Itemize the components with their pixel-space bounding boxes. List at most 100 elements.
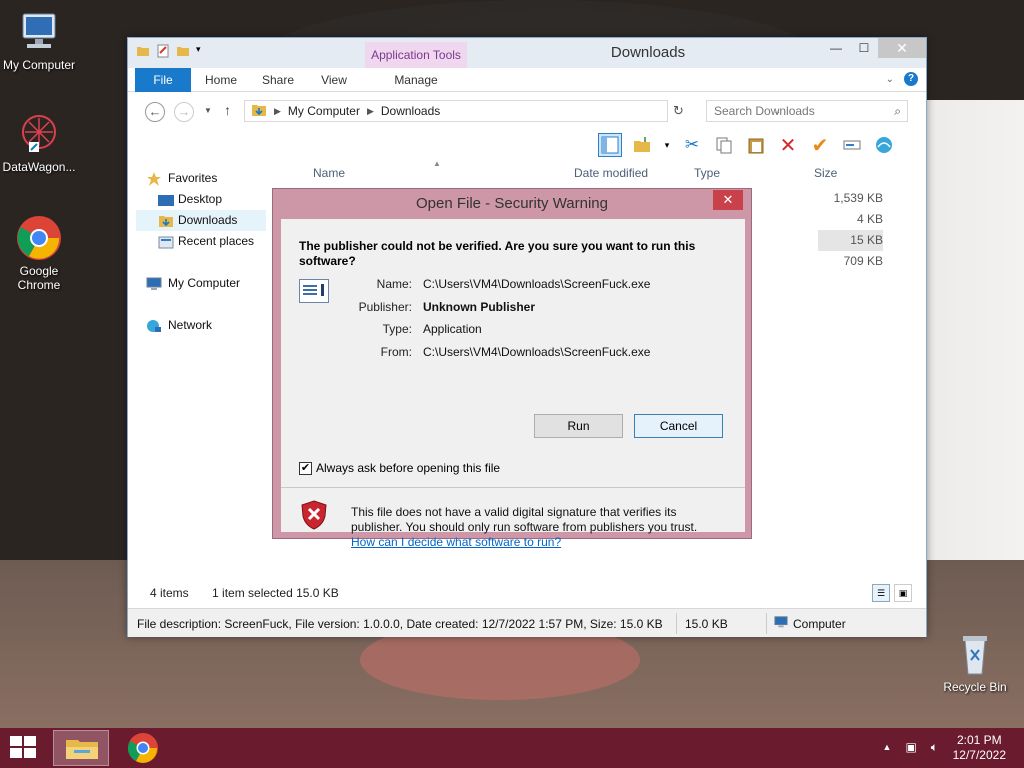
- list-item[interactable]: 1,539 KB: [818, 188, 883, 209]
- file-explorer-icon: [66, 740, 98, 759]
- always-ask-row: ✔ Always ask before opening this file: [299, 461, 500, 475]
- recent-locations-icon[interactable]: ▼: [204, 106, 212, 115]
- preview-pane-icon[interactable]: [598, 133, 622, 157]
- list-item[interactable]: 4 KB: [818, 209, 883, 230]
- nav-downloads[interactable]: Downloads: [136, 210, 266, 231]
- taskbar-google-chrome[interactable]: [115, 730, 171, 766]
- volume-icon[interactable]: 🔈︎: [931, 740, 938, 755]
- large-icons-view-icon[interactable]: ▣: [894, 584, 912, 602]
- search-icon: ⌕: [894, 104, 901, 118]
- navigation-pane: Favorites Desktop Downloads Recent place…: [136, 168, 266, 336]
- computer-icon: [15, 8, 63, 56]
- quick-access-toolbar: ▾: [136, 44, 210, 60]
- details-view-icon[interactable]: ☰: [872, 584, 890, 602]
- tab-share[interactable]: Share: [256, 68, 300, 92]
- new-folder-dropdown-icon[interactable]: ▾: [662, 133, 672, 157]
- shield-warning-icon: [301, 500, 327, 530]
- sort-ascending-icon: ▲: [433, 159, 441, 168]
- view-buttons: ☰ ▣: [872, 584, 912, 602]
- nav-network[interactable]: Network: [136, 315, 266, 336]
- application-icon: [299, 279, 329, 303]
- list-item[interactable]: 15 KB: [818, 230, 883, 251]
- maximize-button[interactable]: ☐: [850, 38, 878, 58]
- publisher-row: Publisher: Unknown Publisher: [329, 300, 729, 318]
- paste-icon[interactable]: [744, 133, 768, 157]
- location-label: Computer: [793, 617, 846, 631]
- up-arrow-icon[interactable]: ↑: [224, 102, 231, 118]
- desktop-icon: [158, 193, 174, 206]
- help-link[interactable]: How can I decide what software to run?: [351, 535, 561, 549]
- desktop-icon-label: My Computer: [2, 58, 76, 72]
- tab-home[interactable]: Home: [198, 68, 244, 92]
- show-hidden-icons-icon[interactable]: ▲: [883, 740, 892, 755]
- name-row: Name: C:\Users\VM4\Downloads\ScreenFuck.…: [329, 277, 729, 295]
- rename-icon[interactable]: [840, 133, 864, 157]
- list-item[interactable]: 709 KB: [818, 251, 883, 272]
- chrome-icon: [127, 733, 158, 763]
- breadcrumb-separator-icon: ▶: [366, 105, 374, 116]
- desktop-icon-recycle-bin[interactable]: Recycle Bin: [936, 630, 1014, 694]
- nav-recent-places[interactable]: Recent places: [136, 231, 266, 252]
- computer-icon: [774, 615, 788, 632]
- new-folder-icon[interactable]: [176, 44, 190, 60]
- checkmark-icon[interactable]: ✔: [808, 133, 832, 157]
- new-folder-icon[interactable]: [630, 133, 654, 157]
- breadcrumb-my-computer[interactable]: My Computer: [288, 104, 360, 118]
- internet-icon[interactable]: [872, 133, 896, 157]
- delete-icon[interactable]: ✕: [776, 133, 800, 157]
- breadcrumb-downloads[interactable]: Downloads: [381, 104, 440, 118]
- datawagon-icon: [15, 110, 63, 158]
- file-description: File description: ScreenFuck, File versi…: [137, 617, 663, 631]
- properties-icon[interactable]: [156, 44, 170, 60]
- copy-icon[interactable]: [712, 133, 736, 157]
- clock[interactable]: 2:01 PM 12/7/2022: [953, 733, 1006, 763]
- dialog-close-button[interactable]: ✕: [713, 190, 743, 210]
- from-row: From: C:\Users\VM4\Downloads\ScreenFuck.…: [329, 345, 729, 363]
- nav-my-computer[interactable]: My Computer: [136, 273, 266, 294]
- desktop-icon-label: Recycle Bin: [943, 680, 1007, 694]
- nav-favorites[interactable]: Favorites: [136, 168, 266, 189]
- system-tray: ▲ ▣ 🔈︎: [883, 740, 938, 755]
- taskbar-file-explorer[interactable]: [53, 730, 109, 766]
- start-button[interactable]: [10, 736, 38, 760]
- tab-manage[interactable]: Manage: [365, 68, 467, 92]
- network-icon[interactable]: ▣: [905, 740, 916, 755]
- desktop-icon-datawagon[interactable]: DataWagon...: [0, 110, 78, 174]
- minimize-button[interactable]: —: [822, 38, 850, 58]
- refresh-icon[interactable]: ↻: [673, 103, 684, 119]
- tab-view[interactable]: View: [312, 68, 356, 92]
- column-name[interactable]: Name: [313, 166, 345, 180]
- expand-ribbon-icon[interactable]: ⌄: [886, 74, 894, 85]
- nav-label: Recent places: [178, 234, 255, 248]
- always-ask-label[interactable]: Always ask before opening this file: [316, 461, 500, 475]
- nav-desktop[interactable]: Desktop: [136, 189, 266, 210]
- selection-info: 1 item selected 15.0 KB: [212, 586, 339, 600]
- desktop-icon-my-computer[interactable]: My Computer: [0, 8, 78, 72]
- column-type[interactable]: Type: [694, 166, 720, 180]
- search-input[interactable]: Search Downloads ⌕: [706, 100, 908, 122]
- network-icon: [146, 319, 162, 332]
- type-label: Type:: [382, 322, 412, 336]
- window-title: Downloads: [610, 44, 686, 61]
- address-bar[interactable]: ▶ My Computer ▶ Downloads ⌄: [244, 100, 781, 122]
- dialog-body: The publisher could not be verified. Are…: [281, 219, 745, 549]
- desktop-icon-google-chrome[interactable]: Google Chrome: [0, 214, 78, 292]
- column-size[interactable]: Size: [814, 166, 837, 180]
- help-icon[interactable]: ?: [904, 72, 918, 86]
- computer-icon: [146, 277, 162, 290]
- cut-icon[interactable]: ✂: [680, 133, 704, 157]
- tab-file[interactable]: File: [135, 68, 191, 92]
- column-date-modified[interactable]: Date modified: [574, 166, 648, 180]
- run-button[interactable]: Run: [534, 414, 623, 438]
- customize-dropdown-icon[interactable]: ▾: [196, 44, 210, 60]
- dialog-title: Open File - Security Warning: [415, 195, 608, 212]
- folder-icon[interactable]: [136, 44, 150, 60]
- details-bar: File description: ScreenFuck, File versi…: [128, 608, 926, 637]
- back-button[interactable]: ←: [145, 102, 165, 122]
- security-warning-dialog: Open File - Security Warning ✕ The publi…: [272, 188, 752, 549]
- always-ask-checkbox[interactable]: ✔: [299, 461, 312, 475]
- close-button[interactable]: ✕: [878, 38, 926, 58]
- cancel-button[interactable]: Cancel: [634, 414, 723, 438]
- forward-button[interactable]: →: [174, 102, 194, 122]
- title-bar: ▾ Application Tools Downloads — ☐ ✕: [128, 38, 926, 68]
